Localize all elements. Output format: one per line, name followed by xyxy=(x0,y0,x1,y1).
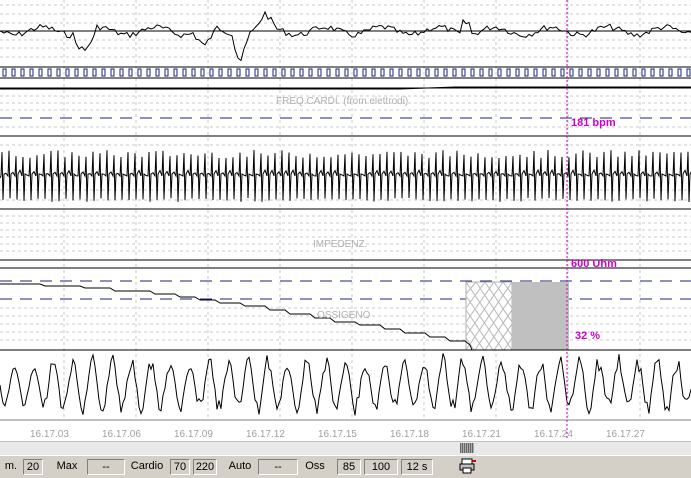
status-cell: -- xyxy=(258,459,298,475)
status-cell: Max xyxy=(56,460,78,472)
time-tick-label: 16.17.18 xyxy=(390,429,429,440)
time-tick-label: 16.17.24 xyxy=(534,429,573,440)
status-cell: 70 xyxy=(170,459,190,475)
time-tick-label: 16.17.12 xyxy=(246,429,285,440)
time-tick-label: 16.17.06 xyxy=(102,429,141,440)
resp-trace-top xyxy=(0,10,691,62)
status-cell: 20 xyxy=(23,459,43,475)
ecg-trace xyxy=(0,149,691,203)
heart-rate-label: FREQ.CARDI. (from elettrodi) xyxy=(276,96,409,107)
status-cell: Oss xyxy=(305,460,325,472)
status-cell: Auto xyxy=(228,460,252,472)
grid-lines xyxy=(0,0,691,420)
time-tick-label: 16.17.21 xyxy=(462,429,501,440)
status-cell: m. xyxy=(4,460,18,472)
status-cell: -- xyxy=(87,459,125,475)
impedance-value: 600 Uhm xyxy=(571,258,617,270)
time-tick-label: 16.17.03 xyxy=(30,429,69,440)
time-tick-label: 16.17.09 xyxy=(174,429,213,440)
printer-icon[interactable] xyxy=(459,458,477,474)
status-cell: 100 xyxy=(364,459,398,475)
time-tick-label: 16.17.27 xyxy=(606,429,645,440)
scroll-thumb[interactable] xyxy=(460,443,474,453)
event-marker-strip xyxy=(0,66,691,89)
resp-trace-bottom xyxy=(0,353,691,421)
status-cell: 85 xyxy=(337,459,361,475)
oxygen-value: 32 % xyxy=(575,330,601,342)
status-cell: Cardio xyxy=(130,460,164,472)
time-tick-label: 16.17.15 xyxy=(318,429,357,440)
heart-rate-value: 181 bpm xyxy=(571,117,616,129)
status-bar: m. 20 Max -- Cardio 70 220 Auto -- Oss 85 100 12 s xyxy=(0,455,691,478)
status-cell: 220 xyxy=(193,459,217,475)
horizontal-scrollbar[interactable] xyxy=(0,441,691,455)
status-cell: 12 s xyxy=(401,459,433,475)
oxygen-label: OSSIGENO xyxy=(317,310,371,321)
impedance-label: IMPEDENZ. xyxy=(313,239,368,250)
